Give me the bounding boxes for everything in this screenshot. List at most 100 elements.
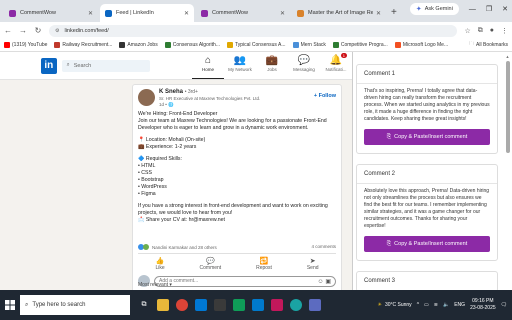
comment-button[interactable]: 💬 Comment <box>200 257 222 271</box>
copy-icon: ⎘ <box>386 240 392 247</box>
nav-notifications[interactable]: 🔔 Notificati... 1 <box>320 52 352 79</box>
browser-tab[interactable]: CommentWow ✕ <box>4 4 98 22</box>
app-icon[interactable] <box>309 299 321 311</box>
connection-degree: • 3rd+ <box>184 89 198 95</box>
bookmark-item[interactable]: Consensus Algorith... <box>164 42 220 48</box>
nav-label: Jobs <box>267 67 277 72</box>
linkedin-search-input[interactable]: ⌕ Search <box>61 59 150 72</box>
emoji-icon[interactable]: ☺ ▣ <box>318 278 331 285</box>
sort-comments-dropdown[interactable]: Most relevant ▾ <box>138 282 172 288</box>
bookmark-item[interactable]: Microsoft Logo Me... <box>394 42 448 48</box>
store-icon[interactable] <box>214 299 226 311</box>
copy-insert-button[interactable]: ⎘ Copy & Paste/Insert comment <box>364 236 490 252</box>
browser-tab[interactable]: Master the Art of Image Resiz... ✕ <box>292 4 386 22</box>
scrollbar-thumb[interactable] <box>505 61 510 153</box>
bookmark-item[interactable]: Typical Consensus A... <box>226 42 286 48</box>
nav-label: Home <box>201 67 214 72</box>
windows-start-button[interactable] <box>0 300 20 310</box>
maximize-icon[interactable]: ❐ <box>486 5 492 13</box>
close-tab-icon[interactable]: ✕ <box>88 10 93 17</box>
author-avatar[interactable] <box>138 89 155 106</box>
bookmark-item[interactable]: Amazon Jobs <box>119 42 158 48</box>
author-name-row[interactable]: K Sneha • 3rd+ <box>159 89 314 95</box>
new-tab-button[interactable]: + <box>391 4 397 22</box>
comment-suggestions-panel: Comment 1 That's so inspiring, Prerna! I… <box>352 52 512 290</box>
tray-chevron-icon[interactable]: ^ <box>417 302 419 308</box>
bookmark-item[interactable]: Competitive Progra... <box>332 42 388 48</box>
bookmark-star-icon[interactable]: ☆ <box>464 27 470 35</box>
bookmark-label: Typical Consensus A... <box>234 42 286 48</box>
bookmark-favicon-icon <box>332 42 339 48</box>
comments-count[interactable]: 4 comments <box>311 244 336 250</box>
reload-icon[interactable]: ↻ <box>34 26 42 35</box>
notifications-icon[interactable]: 🗨 <box>501 302 507 308</box>
edge-icon[interactable] <box>290 299 302 311</box>
mail-icon[interactable] <box>195 299 207 311</box>
close-window-icon[interactable]: ✕ <box>502 5 508 13</box>
browser-tab[interactable]: CommentWow ✕ <box>196 4 290 22</box>
bookmark-item[interactable]: Mern Stack <box>292 42 326 48</box>
task-view-icon[interactable]: ⧉ <box>138 299 150 311</box>
post-actions: 👍 Like 💬 Comment 🔁 Repost ➤ Send <box>138 253 336 271</box>
panel-scrollbar[interactable]: ▲ <box>505 54 510 288</box>
toolbar-actions: ☆ ⧉ ● ⋮ <box>464 27 508 35</box>
file-explorer-icon[interactable] <box>157 299 169 311</box>
tab-favicon-icon <box>201 9 208 17</box>
nav-jobs[interactable]: 💼 Jobs <box>256 52 288 79</box>
nav-home[interactable]: ⌂ Home <box>192 52 224 79</box>
post-body: We're Hiring: Front-End Developer Join o… <box>133 108 341 224</box>
back-icon[interactable]: ← <box>4 26 12 35</box>
vscode-icon[interactable] <box>252 299 264 311</box>
language-indicator[interactable]: ENG <box>454 302 465 308</box>
send-label: Send <box>306 265 319 271</box>
window-controls: ✦ Ask Gemini — ❐ ✕ <box>409 3 508 15</box>
wifi-icon[interactable]: ≋ <box>434 302 438 308</box>
sun-icon: ☀ <box>377 302 382 308</box>
all-bookmarks-button[interactable]: 🗀 All Bookmarks <box>469 41 508 49</box>
comment-input[interactable]: Add a comment... ☺ ▣ <box>154 275 336 287</box>
url-text: linkedin.com/feed/ <box>64 27 109 34</box>
post-line: • HTML <box>138 163 156 169</box>
bookmark-favicon-icon <box>164 42 171 48</box>
weather-widget[interactable]: ☀ 30°C Sunny <box>377 302 411 308</box>
taskbar-search-placeholder: Type here to search <box>32 302 86 308</box>
forward-icon[interactable]: → <box>19 26 27 35</box>
close-tab-icon[interactable]: ✕ <box>376 10 381 17</box>
volume-icon[interactable]: 🔈 <box>443 302 449 308</box>
messaging-icon: 💬 <box>297 55 311 66</box>
close-tab-icon[interactable]: ✕ <box>280 10 285 17</box>
author-info: K Sneha • 3rd+ Sr. HR Executive at Maxre… <box>159 89 314 108</box>
repost-button[interactable]: 🔁 Repost <box>256 257 272 271</box>
profile-icon[interactable]: ● <box>490 27 494 35</box>
follow-button[interactable]: + Follow <box>314 93 336 108</box>
nav-messaging[interactable]: 💬 Messaging <box>288 52 320 79</box>
menu-icon[interactable]: ⋮ <box>501 27 508 35</box>
notification-badge: 1 <box>340 53 347 58</box>
post-line: • Bootstrap <box>138 177 164 183</box>
site-info-icon[interactable]: ⚙ <box>55 28 59 34</box>
clock[interactable]: 09:16 PM 23-08-2025 <box>470 298 496 312</box>
scroll-up-icon[interactable]: ▲ <box>505 54 510 59</box>
bookmark-item[interactable]: Railway Recruitment... <box>54 42 112 48</box>
address-bar[interactable]: ⚙ linkedin.com/feed/ <box>49 24 458 37</box>
copy-insert-button[interactable]: ⎘ Copy & Paste/Insert comment <box>364 129 490 145</box>
nav-my-network[interactable]: 👥 My Network <box>224 52 256 79</box>
bookmark-item[interactable]: (1319) YouTube <box>4 42 47 48</box>
chrome-icon[interactable] <box>176 299 188 311</box>
minimize-icon[interactable]: — <box>469 6 476 13</box>
like-button[interactable]: 👍 Like <box>155 257 164 271</box>
close-tab-icon[interactable]: ✕ <box>184 10 189 17</box>
reactions-summary[interactable]: Nandini Karmakar and 28 others <box>138 244 217 250</box>
ask-gemini-button[interactable]: ✦ Ask Gemini <box>409 3 459 15</box>
send-button[interactable]: ➤ Send <box>307 257 319 271</box>
battery-icon[interactable]: ▭ <box>424 302 429 308</box>
extensions-icon[interactable]: ⧉ <box>478 27 483 35</box>
linkedin-logo[interactable]: in <box>41 57 57 74</box>
app-icon[interactable] <box>271 299 283 311</box>
nav-label: My Network <box>228 67 252 72</box>
post-line: 💼 Experience: 1-2 years <box>138 144 197 150</box>
browser-tab-active[interactable]: Feed | LinkedIn ✕ <box>100 4 194 22</box>
app-icon[interactable] <box>233 299 245 311</box>
weather-text: 30°C Sunny <box>384 302 412 308</box>
taskbar-search-input[interactable]: ⌕ Type here to search <box>20 295 130 315</box>
